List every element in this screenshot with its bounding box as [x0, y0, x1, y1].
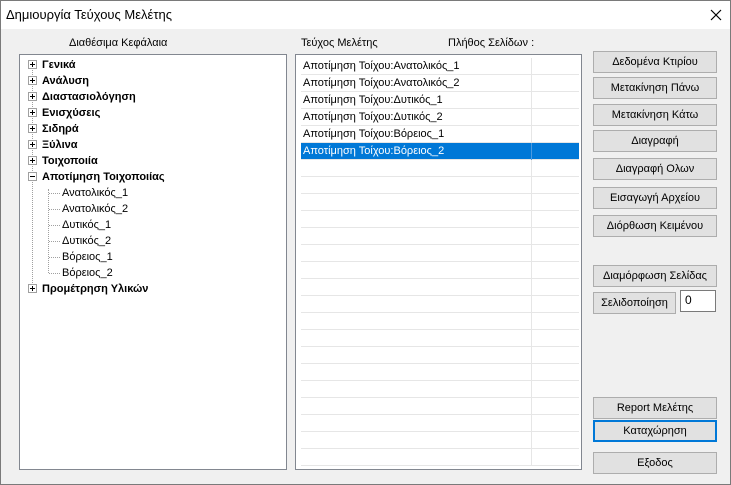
title-bar: Δημιουργία Τεύχους Μελέτης — [1, 1, 730, 29]
tree-connector — [49, 209, 60, 210]
tree-connector — [49, 225, 60, 226]
list-empty-row — [301, 381, 579, 398]
expand-icon[interactable] — [28, 92, 37, 101]
expand-icon[interactable] — [28, 76, 37, 85]
list-empty-row — [301, 313, 579, 330]
list-empty-row — [301, 262, 579, 279]
expand-icon[interactable] — [28, 124, 37, 133]
list-empty-row — [301, 432, 579, 449]
list-item[interactable]: Αποτίμηση Τοίχου:Ανατολικός_1 — [301, 58, 579, 75]
report-button[interactable]: Report Μελέτης — [593, 397, 717, 419]
dialog-window: Δημιουργία Τεύχους Μελέτης Διαθέσιμα Κεφ… — [0, 0, 731, 485]
import-file-button[interactable]: Εισαγωγή Αρχείου — [593, 187, 717, 209]
expand-icon[interactable] — [28, 284, 37, 293]
list-empty-row — [301, 194, 579, 211]
delete-button[interactable]: Διαγραφή — [593, 130, 717, 152]
list-empty-row — [301, 347, 579, 364]
list-empty-row — [301, 279, 579, 296]
save-button[interactable]: Καταχώρηση — [593, 420, 717, 442]
list-empty-row — [301, 330, 579, 347]
tree-connector — [49, 257, 60, 258]
list-item[interactable]: Αποτίμηση Τοίχου:Ανατολικός_2 — [301, 75, 579, 92]
list-empty-row — [301, 296, 579, 313]
collapse-icon[interactable] — [28, 172, 37, 181]
list-empty-row — [301, 160, 579, 177]
tree-connector — [48, 189, 49, 273]
tree-connector — [49, 273, 60, 274]
expand-icon[interactable] — [28, 60, 37, 69]
delete-all-button[interactable]: Διαγραφή Ολων — [593, 158, 717, 180]
exit-button[interactable]: Εξοδος — [593, 452, 717, 474]
study-volume-label: Τεύχος Μελέτης — [301, 37, 378, 49]
list-empty-row — [301, 245, 579, 262]
expand-icon[interactable] — [28, 108, 37, 117]
close-icon — [710, 9, 722, 21]
chapters-tree[interactable]: Γενικά Ανάλυση Διαστασιολόγηση Ενισχύσει… — [19, 54, 287, 470]
paginate-button[interactable]: Σελιδοποίηση — [593, 292, 676, 314]
page-number-field[interactable]: 0 — [680, 290, 716, 312]
expand-icon[interactable] — [28, 140, 37, 149]
list-item[interactable]: Αποτίμηση Τοίχου:Δυτικός_2 — [301, 109, 579, 126]
tree-connector — [49, 193, 60, 194]
list-empty-row — [301, 449, 579, 466]
window-title: Δημιουργία Τεύχους Μελέτης — [6, 7, 172, 22]
move-down-button[interactable]: Μετακίνηση Κάτω — [593, 104, 717, 126]
tree-connector — [49, 241, 60, 242]
list-item[interactable]: Αποτίμηση Τοίχου:Βόρειος_1 — [301, 126, 579, 143]
list-empty-row — [301, 211, 579, 228]
volume-list[interactable]: Αποτίμηση Τοίχου:Ανατολικός_1 Αποτίμηση … — [295, 54, 582, 470]
list-item-selected[interactable]: Αποτίμηση Τοίχου:Βόρειος_2 — [301, 143, 579, 160]
list-empty-row — [301, 415, 579, 432]
expand-icon[interactable] — [28, 156, 37, 165]
edit-text-button[interactable]: Διόρθωση Κειμένου — [593, 215, 717, 237]
move-up-button[interactable]: Μετακίνηση Πάνω — [593, 77, 717, 99]
list-item[interactable]: Αποτίμηση Τοίχου:Δυτικός_1 — [301, 92, 579, 109]
list-empty-row — [301, 364, 579, 381]
list-empty-row — [301, 228, 579, 245]
list-empty-row — [301, 177, 579, 194]
available-chapters-label: Διαθέσιμα Κεφάλαια — [69, 37, 168, 49]
close-button[interactable] — [702, 1, 730, 29]
building-data-button[interactable]: Δεδομένα Κτιρίου — [593, 51, 717, 73]
page-setup-button[interactable]: Διαμόρφωση Σελίδας — [593, 265, 717, 287]
list-empty-row — [301, 398, 579, 415]
page-count-label: Πλήθος Σελίδων : — [448, 37, 535, 49]
